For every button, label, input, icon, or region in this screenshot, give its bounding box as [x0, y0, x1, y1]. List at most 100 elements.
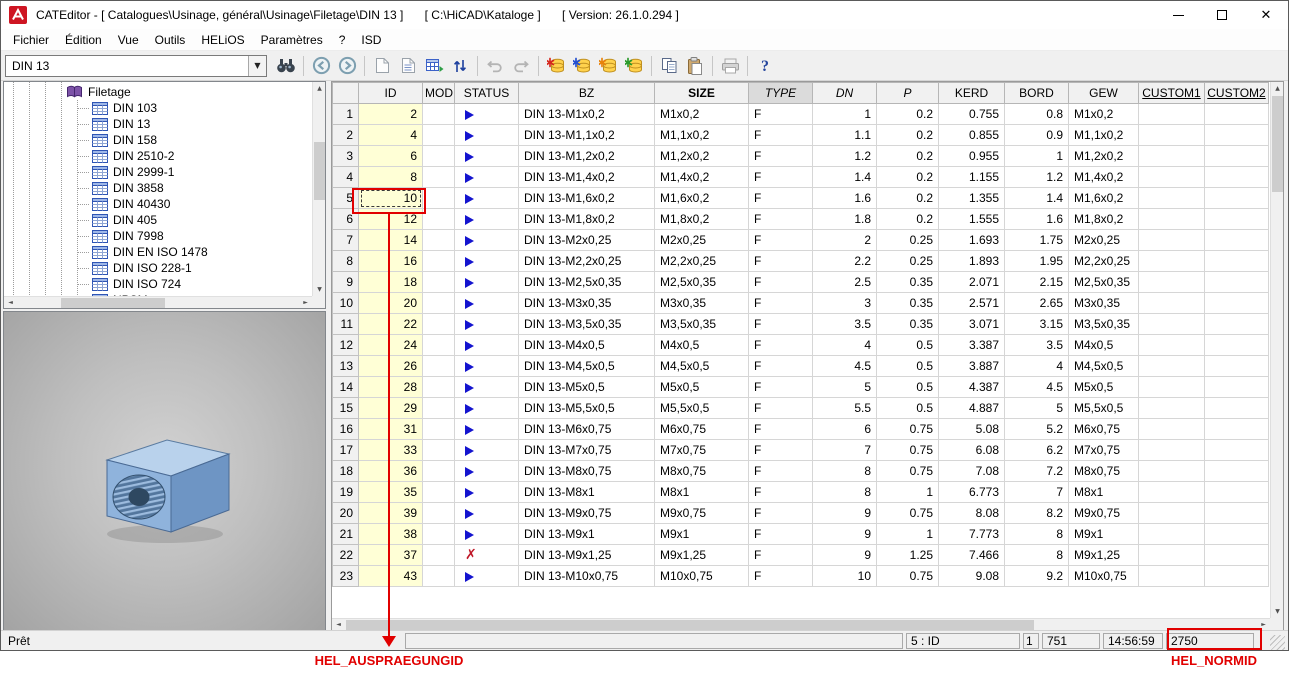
menu-item-help[interactable]: ?	[331, 30, 354, 50]
cell-id[interactable]: 36	[359, 461, 423, 482]
cell-num[interactable]: 17	[333, 440, 359, 461]
cell-mod[interactable]	[423, 545, 455, 566]
cell-custom1[interactable]	[1139, 230, 1205, 251]
redo-button[interactable]	[508, 53, 534, 79]
col-header-dn[interactable]: DN	[813, 83, 877, 104]
table-row[interactable]: 510DIN 13-M1,6x0,2M1,6x0,2F1.60.21.3551.…	[333, 188, 1269, 209]
cell-size[interactable]: M10x0,75	[655, 566, 749, 587]
cell-status[interactable]	[455, 230, 519, 251]
cell-gew[interactable]: M3,5x0,35	[1069, 314, 1139, 335]
cell-bz[interactable]: DIN 13-M3,5x0,35	[519, 314, 655, 335]
cell-dn[interactable]: 1.2	[813, 146, 877, 167]
col-header-mod[interactable]: MOD	[423, 83, 455, 104]
cell-id[interactable]: 35	[359, 482, 423, 503]
cell-status[interactable]	[455, 419, 519, 440]
cell-id[interactable]: 22	[359, 314, 423, 335]
table-row[interactable]: 2237✗DIN 13-M9x1,25M9x1,25F91.257.4668M9…	[333, 545, 1269, 566]
cell-num[interactable]: 9	[333, 272, 359, 293]
cell-type[interactable]: F	[749, 461, 813, 482]
cell-mod[interactable]	[423, 188, 455, 209]
cell-p[interactable]: 0.25	[877, 251, 939, 272]
cell-mod[interactable]	[423, 167, 455, 188]
cell-bord[interactable]: 1.6	[1005, 209, 1069, 230]
copy-button[interactable]	[656, 53, 682, 79]
cell-num[interactable]: 11	[333, 314, 359, 335]
table-row[interactable]: 612DIN 13-M1,8x0,2M1,8x0,2F1.80.21.5551.…	[333, 209, 1269, 230]
cell-p[interactable]: 0.75	[877, 440, 939, 461]
cell-gew[interactable]: M1,8x0,2	[1069, 209, 1139, 230]
cell-id[interactable]: 18	[359, 272, 423, 293]
cell-custom1[interactable]	[1139, 125, 1205, 146]
cell-num[interactable]: 1	[333, 104, 359, 125]
tree-item-din-13[interactable]: DIN 13	[4, 116, 312, 132]
cell-id[interactable]: 24	[359, 335, 423, 356]
cell-gew[interactable]: M1,6x0,2	[1069, 188, 1139, 209]
cell-status[interactable]	[455, 293, 519, 314]
cell-id[interactable]: 8	[359, 167, 423, 188]
col-header-custom2[interactable]: CUSTOM2	[1205, 83, 1269, 104]
cell-bord[interactable]: 9.2	[1005, 566, 1069, 587]
tree-item-din-103[interactable]: DIN 103	[4, 100, 312, 116]
table-row[interactable]: 816DIN 13-M2,2x0,25M2,2x0,25F2.20.251.89…	[333, 251, 1269, 272]
cell-custom2[interactable]	[1205, 482, 1269, 503]
cell-dn[interactable]: 8	[813, 461, 877, 482]
cell-bz[interactable]: DIN 13-M7x0,75	[519, 440, 655, 461]
tree-vscroll-thumb[interactable]	[314, 142, 325, 200]
cell-id[interactable]: 29	[359, 398, 423, 419]
cell-p[interactable]: 0.5	[877, 335, 939, 356]
cell-custom1[interactable]	[1139, 440, 1205, 461]
maximize-button[interactable]	[1200, 1, 1244, 29]
cell-status[interactable]: ✗	[455, 545, 519, 566]
cell-mod[interactable]	[423, 230, 455, 251]
cell-custom2[interactable]	[1205, 419, 1269, 440]
cell-custom1[interactable]	[1139, 461, 1205, 482]
cell-custom2[interactable]	[1205, 356, 1269, 377]
cell-type[interactable]: F	[749, 293, 813, 314]
cell-id[interactable]: 20	[359, 293, 423, 314]
col-header-kerd[interactable]: KERD	[939, 83, 1005, 104]
cell-num[interactable]: 16	[333, 419, 359, 440]
cell-custom2[interactable]	[1205, 524, 1269, 545]
cell-num[interactable]: 21	[333, 524, 359, 545]
cell-custom1[interactable]	[1139, 104, 1205, 125]
cell-size[interactable]: M1x0,2	[655, 104, 749, 125]
cell-gew[interactable]: M1,1x0,2	[1069, 125, 1139, 146]
tree-item-din-2510-2[interactable]: DIN 2510-2	[4, 148, 312, 164]
cell-p[interactable]: 0.75	[877, 461, 939, 482]
cell-custom2[interactable]	[1205, 125, 1269, 146]
sort-rows-button[interactable]	[447, 53, 473, 79]
cell-kerd[interactable]: 9.08	[939, 566, 1005, 587]
cell-dn[interactable]: 9	[813, 524, 877, 545]
cell-mod[interactable]	[423, 482, 455, 503]
cell-bz[interactable]: DIN 13-M1,4x0,2	[519, 167, 655, 188]
cell-dn[interactable]: 1.6	[813, 188, 877, 209]
cell-size[interactable]: M8x0,75	[655, 461, 749, 482]
cell-bz[interactable]: DIN 13-M5x0,5	[519, 377, 655, 398]
cell-type[interactable]: F	[749, 335, 813, 356]
cell-size[interactable]: M9x0,75	[655, 503, 749, 524]
cell-dn[interactable]: 1.1	[813, 125, 877, 146]
scroll-up-icon[interactable]: ▲	[313, 82, 326, 95]
cell-bord[interactable]: 1	[1005, 146, 1069, 167]
cell-gew[interactable]: M2,5x0,35	[1069, 272, 1139, 293]
cell-kerd[interactable]: 0.755	[939, 104, 1005, 125]
cell-num[interactable]: 8	[333, 251, 359, 272]
cell-bz[interactable]: DIN 13-M8x0,75	[519, 461, 655, 482]
cell-gew[interactable]: M5x0,5	[1069, 377, 1139, 398]
cell-bord[interactable]: 0.9	[1005, 125, 1069, 146]
cell-dn[interactable]: 9	[813, 503, 877, 524]
menu-item-helios[interactable]: HELiOS	[193, 30, 252, 50]
cell-status[interactable]	[455, 167, 519, 188]
cell-dn[interactable]: 2.5	[813, 272, 877, 293]
cell-kerd[interactable]: 4.887	[939, 398, 1005, 419]
cell-bz[interactable]: DIN 13-M2,5x0,35	[519, 272, 655, 293]
cell-kerd[interactable]: 0.955	[939, 146, 1005, 167]
col-header-size[interactable]: SIZE	[655, 83, 749, 104]
cell-p[interactable]: 0.35	[877, 314, 939, 335]
cell-bord[interactable]: 7	[1005, 482, 1069, 503]
menu-item-fichier[interactable]: Fichier	[5, 30, 57, 50]
table-row[interactable]: 1326DIN 13-M4,5x0,5M4,5x0,5F4.50.53.8874…	[333, 356, 1269, 377]
menu-item-isd[interactable]: ISD	[353, 30, 389, 50]
cell-mod[interactable]	[423, 209, 455, 230]
table-row[interactable]: 2039DIN 13-M9x0,75M9x0,75F90.758.088.2M9…	[333, 503, 1269, 524]
